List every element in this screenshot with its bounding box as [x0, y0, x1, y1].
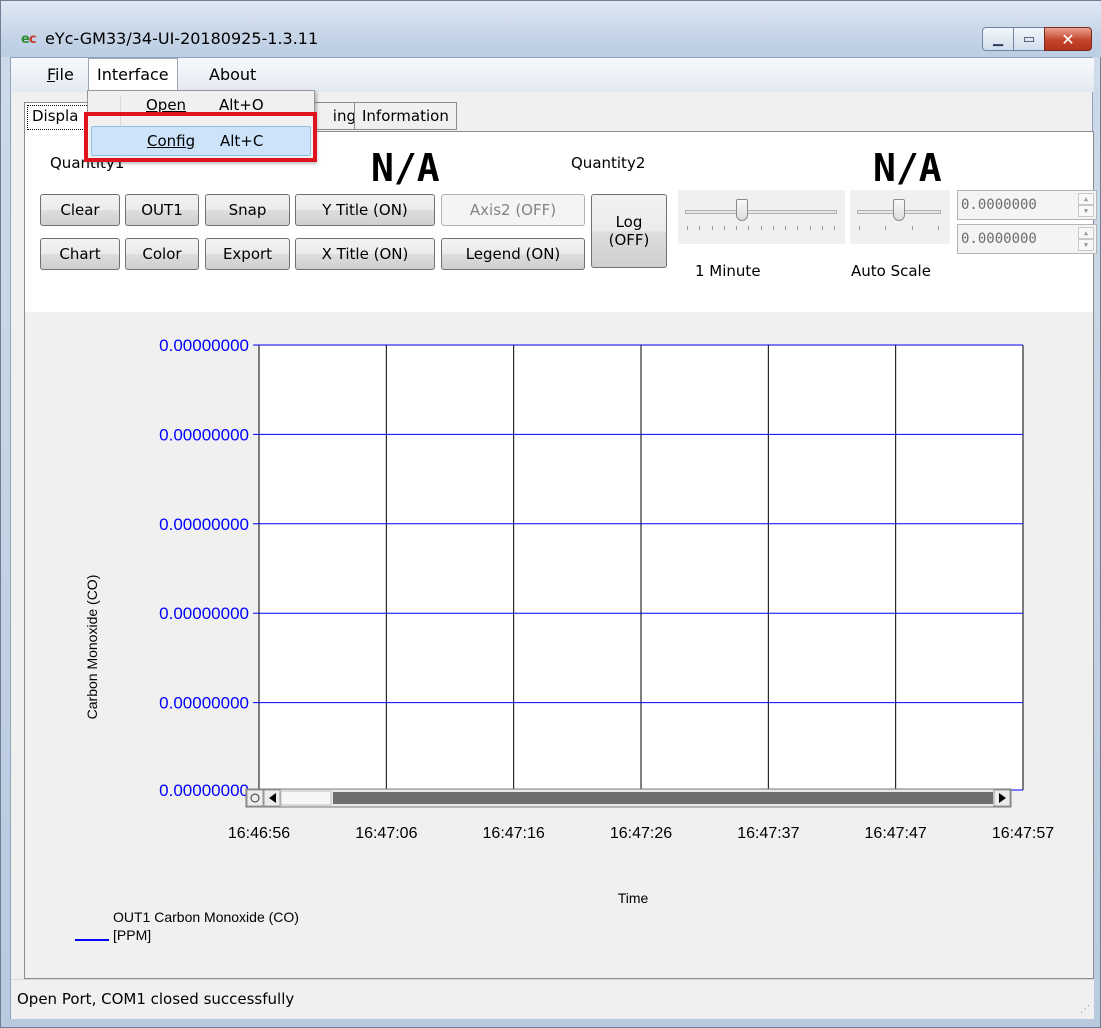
time-range-label: 1 Minute	[695, 262, 761, 280]
time-slider-thumb[interactable]	[736, 199, 748, 221]
maximize-icon: ▭	[1022, 31, 1036, 47]
chart-panel: 0.00000000 0.00000000 0.00000000 0.00000000…	[25, 312, 1093, 978]
title-bar[interactable]: ec eYc-GM33/34-UI-20180925-1.3.11 ▁ ▭ ✕	[1, 1, 1101, 57]
menu-item-config-label: Config	[147, 132, 196, 150]
x-tick-label: 16:47:16	[483, 825, 545, 842]
menu-interface[interactable]: Interface	[88, 58, 178, 92]
x-tick-label: 16:46:56	[228, 825, 290, 842]
y-axis-label: Carbon Monoxide (CO)	[84, 575, 100, 720]
menu-item-open-label: Open	[146, 96, 187, 114]
time-range-slider[interactable]	[685, 196, 837, 236]
spin-up-icon[interactable]: ▲	[1078, 193, 1094, 205]
app-logo-icon: ec	[21, 32, 37, 47]
y-tick-label: 0.00000000	[159, 336, 249, 355]
x-axis-label: Time	[618, 890, 649, 906]
tab-display-label: Displa	[32, 107, 79, 125]
menu-item-open-shortcut: Alt+O	[219, 96, 264, 114]
resize-grip-icon[interactable]: ⋰	[1080, 1004, 1090, 1015]
chart-scrollbar[interactable]	[245, 788, 1012, 808]
tab-information[interactable]: Information	[354, 102, 457, 130]
upper-limit-input[interactable]	[958, 191, 1070, 219]
upper-limit-spinner[interactable]: ▲▼	[957, 190, 1097, 220]
legend-series-unit: [PPM]	[113, 927, 151, 943]
minimize-button[interactable]: ▁	[982, 27, 1014, 51]
tab-logging-label: ing	[332, 107, 356, 125]
snap-button[interactable]: Snap	[205, 194, 290, 226]
y-tick-label: 0.00000000	[159, 515, 249, 534]
legend-button[interactable]: Legend (ON)	[441, 238, 585, 270]
status-bar: Open Port, COM1 closed successfully ⋰	[11, 979, 1094, 1019]
x-tick-label: 16:47:06	[355, 825, 417, 842]
chart-button[interactable]: Chart	[40, 238, 120, 270]
menu-item-open[interactable]: Open Alt+O	[91, 91, 311, 121]
minimize-icon: ▁	[993, 31, 1003, 47]
log-button-label: Log	[615, 213, 643, 231]
scale-slider[interactable]	[857, 196, 941, 236]
window-title: eYc-GM33/34-UI-20180925-1.3.11	[45, 29, 319, 48]
status-text: Open Port, COM1 closed successfully	[17, 990, 295, 1008]
scroll-track[interactable]	[333, 792, 993, 804]
x-tick-label: 16:47:57	[992, 825, 1054, 842]
y-tick-label: 0.00000000	[159, 604, 249, 623]
interface-dropdown-menu: Open Alt+O Config Alt+C	[87, 90, 315, 162]
lower-limit-spinner[interactable]: ▲▼	[957, 224, 1097, 254]
x-tick-label: 16:47:37	[737, 825, 799, 842]
menu-item-config-shortcut: Alt+C	[220, 132, 264, 150]
menu-item-config[interactable]: Config Alt+C	[91, 126, 311, 156]
x-title-button[interactable]: X Title (ON)	[295, 238, 435, 270]
line-chart: 0.00000000 0.00000000 0.00000000 0.00000000…	[75, 336, 1054, 943]
color-button[interactable]: Color	[125, 238, 199, 270]
log-button[interactable]: Log (OFF)	[591, 194, 667, 268]
maximize-button[interactable]: ▭	[1013, 27, 1045, 51]
y-tick-label: 0.00000000	[159, 694, 249, 713]
scale-mode-label: Auto Scale	[851, 262, 931, 280]
log-button-state: (OFF)	[608, 231, 650, 249]
y-tick-label: 0.00000000	[159, 425, 249, 444]
quantity1-value: N/A	[371, 146, 440, 190]
scroll-thumb[interactable]	[280, 790, 332, 806]
scale-slider-thumb[interactable]	[893, 199, 905, 221]
app-window: ec eYc-GM33/34-UI-20180925-1.3.11 ▁ ▭ ✕ …	[0, 0, 1101, 1028]
y-tick-label: 0.00000000	[159, 781, 249, 800]
x-tick-label: 16:47:47	[865, 825, 927, 842]
legend-series-name: OUT1 Carbon Monoxide (CO)	[113, 909, 299, 925]
client-area: File Interface About Displa ing Informat…	[10, 57, 1097, 1019]
menu-file-label: ile	[55, 65, 74, 84]
x-tick-label: 16:47:26	[610, 825, 672, 842]
axis2-button[interactable]: Axis2 (OFF)	[441, 194, 585, 226]
quantity2-value: N/A	[873, 146, 942, 190]
menu-about-label: About	[209, 65, 257, 84]
display-tab-page: Quantity1 N/A Quantity2 N/A Clear OUT1 S…	[24, 131, 1097, 979]
spin-down-icon[interactable]: ▼	[1078, 205, 1094, 217]
menu-bar: File Interface About	[11, 58, 1094, 92]
close-button[interactable]: ✕	[1044, 27, 1092, 51]
menu-interface-label: Interface	[97, 65, 169, 84]
lower-limit-input[interactable]	[958, 225, 1070, 253]
tab-display[interactable]: Displa	[24, 102, 94, 133]
menu-file[interactable]: File	[39, 58, 82, 92]
clear-button[interactable]: Clear	[40, 194, 120, 226]
y-title-button[interactable]: Y Title (ON)	[295, 194, 435, 226]
zoom-reset-icon[interactable]	[246, 789, 264, 807]
out1-button[interactable]: OUT1	[125, 194, 199, 226]
spin-up-icon[interactable]: ▲	[1078, 227, 1094, 239]
menu-about[interactable]: About	[201, 58, 264, 92]
spin-down-icon[interactable]: ▼	[1078, 239, 1094, 251]
chart-legend: OUT1 Carbon Monoxide (CO) [PPM]	[75, 909, 299, 943]
tab-information-label: Information	[362, 107, 449, 125]
export-button[interactable]: Export	[205, 238, 290, 270]
quantity2-label: Quantity2	[571, 154, 646, 172]
close-icon: ✕	[1061, 29, 1075, 49]
